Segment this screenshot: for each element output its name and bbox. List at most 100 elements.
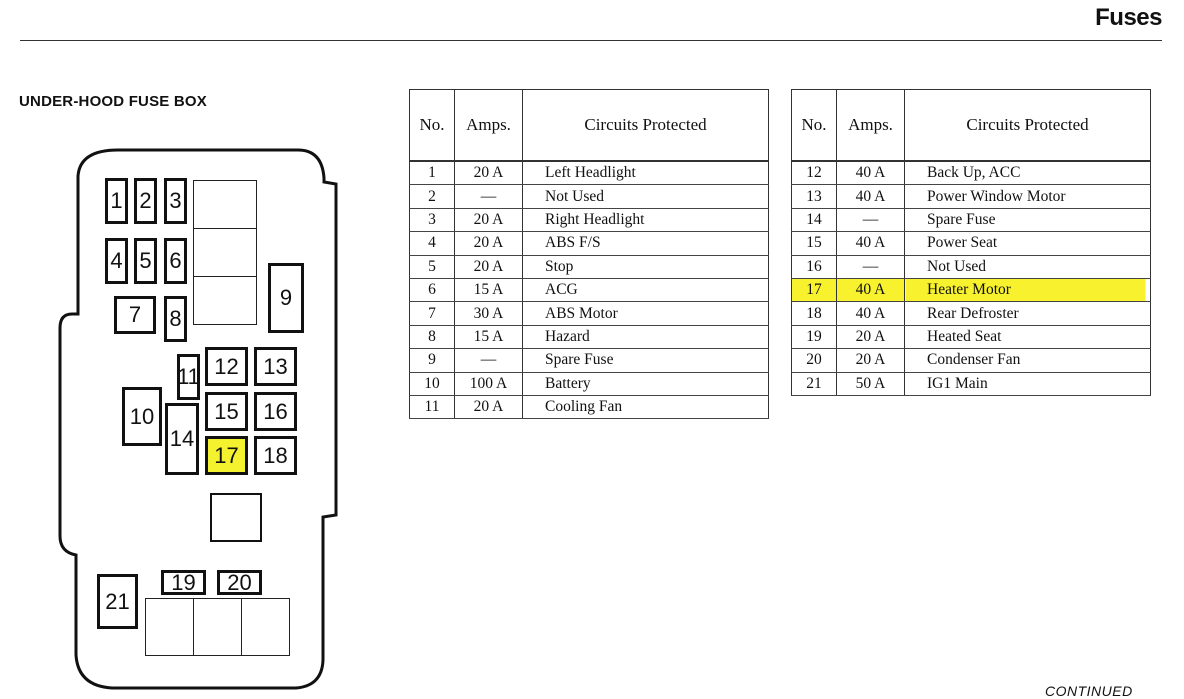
fuse-number-cell: 18 bbox=[791, 301, 837, 326]
circuit-cell: IG1 Main bbox=[904, 372, 1151, 396]
circuit-cell: ABS F/S bbox=[522, 231, 769, 256]
amperage-cell: 20 A bbox=[836, 348, 905, 373]
relay-middle bbox=[193, 228, 257, 277]
amperage-cell: 20 A bbox=[454, 231, 523, 256]
header-circuits: Circuits Protected bbox=[904, 89, 1151, 162]
table-row: 3 20 A Right Headlight bbox=[409, 208, 769, 233]
table-row: 12 40 A Back Up, ACC bbox=[791, 161, 1151, 186]
fuse-number-cell: 13 bbox=[791, 184, 837, 209]
amperage-cell: — bbox=[836, 208, 905, 233]
amperage-cell: 40 A bbox=[836, 301, 905, 326]
fuse-number-cell: 10 bbox=[409, 372, 455, 396]
fuse-number-cell: 3 bbox=[409, 208, 455, 233]
amperage-cell: 40 A bbox=[836, 161, 905, 186]
fuse-number-cell: 9 bbox=[409, 348, 455, 373]
table-row: 16— Not Used bbox=[791, 255, 1151, 279]
fuse-number-cell: 1 bbox=[409, 161, 455, 186]
circuit-cell: Heater Motor bbox=[904, 278, 1151, 303]
circuit-cell: Spare Fuse bbox=[522, 348, 769, 373]
fuse-box-diagram: 1 2 3 4 5 6 7 8 9 11 12 13 10 14 15 16 1… bbox=[0, 0, 400, 697]
fuse-number-cell: 11 bbox=[409, 395, 455, 420]
table-row: 13 40 A Power Window Motor bbox=[791, 184, 1151, 209]
fuse-number-cell: 7 bbox=[409, 301, 455, 326]
amperage-cell: 100 A bbox=[454, 372, 523, 396]
table-row: 18 40 A Rear Defroster bbox=[791, 301, 1151, 326]
fuse-11: 11 bbox=[177, 354, 200, 400]
circuit-cell: Power Seat bbox=[904, 231, 1151, 256]
table-header-row: No. Amps. Circuits Protected bbox=[791, 89, 1151, 162]
header-no: No. bbox=[791, 89, 837, 162]
relay-square bbox=[210, 493, 262, 542]
relay-bottom-center bbox=[193, 598, 242, 656]
header-no: No. bbox=[409, 89, 455, 162]
table-row: 11 20 A Cooling Fan bbox=[409, 395, 769, 420]
fuse-1: 1 bbox=[105, 178, 128, 224]
header-amps: Amps. bbox=[454, 89, 523, 162]
amperage-cell: 20 A bbox=[454, 208, 523, 233]
amperage-cell: 15 A bbox=[454, 278, 523, 303]
fuse-15: 15 bbox=[205, 392, 248, 431]
fuse-number-cell: 17 bbox=[791, 278, 837, 303]
amperage-cell: 40 A bbox=[836, 278, 905, 303]
fuse-10: 10 bbox=[122, 387, 162, 446]
table-row: 20 20 A Condenser Fan bbox=[791, 348, 1151, 373]
circuit-cell: Cooling Fan bbox=[522, 395, 769, 420]
table-row: 21 50 A IG1 Main bbox=[791, 372, 1151, 396]
fuse-3: 3 bbox=[164, 178, 187, 224]
table-row: 14— Spare Fuse bbox=[791, 208, 1151, 233]
fuse-number-cell: 21 bbox=[791, 372, 837, 396]
table-row: 4 20 A ABS F/S bbox=[409, 231, 769, 256]
fuse-table-left: No. Amps. Circuits Protected 1 20 A Left H… bbox=[409, 89, 769, 420]
fuse-table-right: No. Amps. Circuits Protected 12 40 A Back … bbox=[791, 89, 1151, 396]
amperage-cell: — bbox=[454, 348, 523, 373]
table-row: 15 40 A Power Seat bbox=[791, 231, 1151, 256]
table-row: 2— Not Used bbox=[409, 184, 769, 209]
fuse-number-cell: 16 bbox=[791, 255, 837, 279]
circuit-cell: Battery bbox=[522, 372, 769, 396]
table-row: 7 30 A ABS Motor bbox=[409, 301, 769, 326]
table-row: 6 15 A ACG bbox=[409, 278, 769, 303]
amperage-cell: 50 A bbox=[836, 372, 905, 396]
fuse-12: 12 bbox=[205, 347, 248, 386]
fuse-number-cell: 19 bbox=[791, 325, 837, 350]
circuit-cell: ABS Motor bbox=[522, 301, 769, 326]
circuit-cell: Not Used bbox=[904, 255, 1151, 279]
fuse-14: 14 bbox=[165, 403, 199, 475]
table-row: 8 15 A Hazard bbox=[409, 325, 769, 350]
fuse-number-cell: 8 bbox=[409, 325, 455, 350]
amperage-cell: 20 A bbox=[836, 325, 905, 350]
fuse-number-cell: 15 bbox=[791, 231, 837, 256]
page-title: Fuses bbox=[1095, 4, 1162, 31]
amperage-cell: 20 A bbox=[454, 395, 523, 420]
header-amps: Amps. bbox=[836, 89, 905, 162]
fuse-number-cell: 12 bbox=[791, 161, 837, 186]
fuse-9: 9 bbox=[268, 263, 304, 333]
circuit-cell: ACG bbox=[522, 278, 769, 303]
circuit-cell: Spare Fuse bbox=[904, 208, 1151, 233]
table-row: 9— Spare Fuse bbox=[409, 348, 769, 373]
circuit-cell: Hazard bbox=[522, 325, 769, 350]
fuse-21: 21 bbox=[97, 574, 138, 629]
amperage-cell: 30 A bbox=[454, 301, 523, 326]
circuit-cell: Power Window Motor bbox=[904, 184, 1151, 209]
amperage-cell: 40 A bbox=[836, 231, 905, 256]
circuit-cell: Left Headlight bbox=[522, 161, 769, 186]
table-header-row: No. Amps. Circuits Protected bbox=[409, 89, 769, 162]
fuse-16: 16 bbox=[254, 392, 297, 431]
relay-bottom-left bbox=[145, 598, 194, 656]
relay-bottom bbox=[193, 276, 257, 325]
circuit-cell: Not Used bbox=[522, 184, 769, 209]
amperage-cell: 20 A bbox=[454, 255, 523, 279]
circuit-cell: Back Up, ACC bbox=[904, 161, 1151, 186]
fuse-number-cell: 2 bbox=[409, 184, 455, 209]
fuse-7: 7 bbox=[114, 296, 156, 334]
fuse-4: 4 bbox=[105, 238, 128, 284]
header-circuits: Circuits Protected bbox=[522, 89, 769, 162]
fuse-18: 18 bbox=[254, 436, 297, 475]
circuit-cell: Condenser Fan bbox=[904, 348, 1151, 373]
fuse-number-cell: 4 bbox=[409, 231, 455, 256]
table-row: 5 20 A Stop bbox=[409, 255, 769, 279]
fuse-17-highlighted: 17 bbox=[205, 436, 248, 475]
fuse-number-cell: 20 bbox=[791, 348, 837, 373]
amperage-cell: 15 A bbox=[454, 325, 523, 350]
